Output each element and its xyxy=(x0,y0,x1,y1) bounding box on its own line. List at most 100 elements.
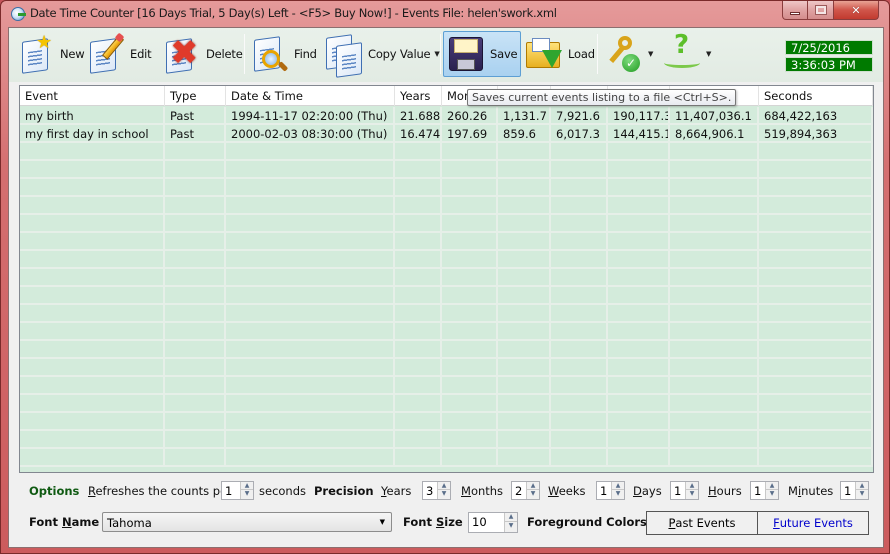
spin-up-icon[interactable]: ▲ xyxy=(241,482,253,490)
copy-value-button[interactable]: Copy Value ▼ xyxy=(321,31,443,78)
spin-up-icon[interactable]: ▲ xyxy=(766,482,778,490)
spin-down-icon[interactable]: ▼ xyxy=(241,490,253,498)
edit-button[interactable]: Edit xyxy=(83,31,154,77)
table-cell-type xyxy=(165,377,226,395)
table-cell-type xyxy=(165,341,226,359)
spin-up-icon[interactable]: ▲ xyxy=(438,482,450,490)
table-cell-date-time: 2000-02-03 08:30:00 (Thu) xyxy=(226,125,395,143)
minimize-button[interactable] xyxy=(782,1,808,20)
table-cell-type xyxy=(165,233,226,251)
find-button[interactable]: Find xyxy=(247,31,320,77)
save-button[interactable]: Save xyxy=(443,31,521,77)
font-name-label: Font Name xyxy=(29,515,100,529)
spin-up-icon[interactable]: ▲ xyxy=(612,482,624,490)
table-cell-days xyxy=(551,197,608,215)
table-cell-event xyxy=(20,413,165,431)
folder-load-icon xyxy=(524,34,564,74)
precision-weeks-spinner[interactable]: 1 ▲ ▼ xyxy=(596,481,625,500)
empty-row xyxy=(20,395,873,413)
spin-down-icon[interactable]: ▼ xyxy=(438,490,450,498)
precision-label: Precision xyxy=(314,484,374,498)
font-size-spinner[interactable]: 10 ▲ ▼ xyxy=(468,512,518,533)
delete-button[interactable]: ✖ Delete xyxy=(159,31,246,77)
precision-minutes-spinner[interactable]: 1 ▲ ▼ xyxy=(840,481,869,500)
table-cell-minutes xyxy=(670,233,759,251)
column-header-years[interactable]: Years xyxy=(395,86,442,106)
table-cell-years xyxy=(395,197,442,215)
table-cell-hours xyxy=(608,179,670,197)
table-cell-minutes xyxy=(670,323,759,341)
table-cell-weeks xyxy=(498,395,551,413)
spin-down-icon[interactable]: ▼ xyxy=(766,490,778,498)
table-cell-years xyxy=(395,395,442,413)
table-cell-seconds xyxy=(759,323,873,341)
spin-up-icon[interactable]: ▲ xyxy=(527,482,539,490)
maximize-button[interactable] xyxy=(808,1,834,20)
table-cell-months xyxy=(442,251,498,269)
precision-months-spinner[interactable]: 2 ▲ ▼ xyxy=(511,481,540,500)
table-cell-weeks xyxy=(498,377,551,395)
table-cell-seconds xyxy=(759,449,873,467)
future-events-color-button[interactable]: Future Events xyxy=(757,512,868,534)
table-cell-event xyxy=(20,143,165,161)
table-cell-hours xyxy=(608,413,670,431)
events-grid[interactable]: Event Type Date & Time Years Months Week… xyxy=(19,85,874,473)
precision-weeks-label: Weeks xyxy=(548,484,586,498)
empty-row xyxy=(20,269,873,287)
table-cell-type: Past xyxy=(165,107,226,125)
table-cell-months: 197.69 xyxy=(442,125,498,143)
table-cell-seconds xyxy=(759,269,873,287)
title-bar[interactable]: Date Time Counter [16 Days Trial, 5 Day(… xyxy=(1,1,889,27)
close-icon: ✕ xyxy=(851,3,861,17)
table-cell-date-time xyxy=(226,413,395,431)
spin-up-icon[interactable]: ▲ xyxy=(505,513,517,522)
table-cell-days xyxy=(551,305,608,323)
new-button[interactable]: ★ New xyxy=(13,31,87,77)
table-cell-seconds xyxy=(759,233,873,251)
spin-down-icon[interactable]: ▼ xyxy=(505,522,517,531)
font-options-row: Font Name Tahoma ▼ Font Size 10 ▲ ▼ Foreg… xyxy=(9,511,883,535)
chevron-down-icon[interactable]: ▼ xyxy=(434,50,439,58)
save-label: Save xyxy=(490,47,518,61)
table-cell-event xyxy=(20,215,165,233)
chevron-down-icon[interactable]: ▼ xyxy=(648,50,653,58)
precision-years-spinner[interactable]: 3 ▲ ▼ xyxy=(422,481,451,500)
refresh-interval-spinner[interactable]: 1 ▲ ▼ xyxy=(221,481,254,500)
spin-up-icon[interactable]: ▲ xyxy=(686,482,698,490)
table-cell-seconds xyxy=(759,341,873,359)
table-row[interactable]: my birth Past 1994-11-17 02:20:00 (Thu) 21.… xyxy=(20,107,873,125)
table-cell-months xyxy=(442,377,498,395)
empty-row xyxy=(20,161,873,179)
font-name-select[interactable]: Tahoma ▼ xyxy=(102,512,392,532)
spin-down-icon[interactable]: ▼ xyxy=(527,490,539,498)
past-events-color-button[interactable]: Past Events xyxy=(647,512,757,534)
table-cell-event xyxy=(20,161,165,179)
help-button[interactable]: ? ▼ xyxy=(659,30,714,77)
spin-down-icon[interactable]: ▼ xyxy=(686,490,698,498)
table-cell-hours xyxy=(608,251,670,269)
table-cell-date-time xyxy=(226,197,395,215)
precision-years-value: 3 xyxy=(426,484,434,498)
table-cell-minutes xyxy=(670,143,759,161)
edit-label: Edit xyxy=(130,47,152,61)
spin-up-icon[interactable]: ▲ xyxy=(856,482,868,490)
table-cell-weeks xyxy=(498,179,551,197)
load-button[interactable]: Load xyxy=(521,31,598,77)
table-row[interactable]: my first day in school Past 2000-02-03 08:… xyxy=(20,125,873,143)
precision-hours-spinner[interactable]: 1 ▲ ▼ xyxy=(750,481,779,500)
column-header-type[interactable]: Type xyxy=(165,86,226,106)
precision-days-spinner[interactable]: 1 ▲ ▼ xyxy=(670,481,699,500)
column-header-event[interactable]: Event xyxy=(20,86,165,106)
spin-down-icon[interactable]: ▼ xyxy=(612,490,624,498)
chevron-down-icon[interactable]: ▼ xyxy=(706,50,711,58)
options-title: Options xyxy=(29,484,80,498)
spin-down-icon[interactable]: ▼ xyxy=(856,490,868,498)
close-button[interactable]: ✕ xyxy=(834,1,879,20)
column-header-seconds[interactable]: Seconds xyxy=(759,86,873,106)
register-button[interactable]: ✓ ▼ xyxy=(601,31,656,77)
table-cell-weeks xyxy=(498,323,551,341)
table-cell-weeks: 859.6 xyxy=(498,125,551,143)
table-cell-minutes xyxy=(670,431,759,449)
column-header-date-time[interactable]: Date & Time xyxy=(226,86,395,106)
table-cell-hours: 144,415.1 xyxy=(608,125,670,143)
